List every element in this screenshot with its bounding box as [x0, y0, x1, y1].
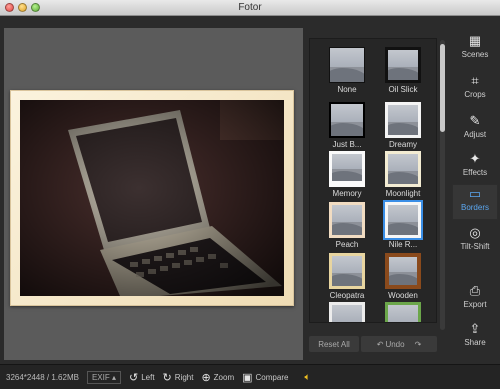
rail-label: Adjust	[463, 130, 487, 139]
rotate-left-icon: ↺	[128, 371, 139, 384]
thumb-image	[329, 151, 365, 187]
zoom-button[interactable]: ⊕ Zoom	[201, 371, 234, 384]
title-bar: Fotor	[0, 0, 500, 16]
thumb-image	[385, 253, 421, 289]
thumb-image	[329, 202, 365, 238]
border-thumb-nile-r[interactable]: Nile R...	[378, 200, 428, 249]
border-thumb-wooden[interactable]: Wooden	[378, 253, 428, 300]
undo-label: Undo	[385, 339, 405, 349]
photo-border-frame	[10, 90, 294, 306]
redo-icon: ↷	[414, 339, 422, 349]
border-thumb-just-b[interactable]: Just B...	[322, 102, 372, 149]
crop-icon: ⌗	[471, 73, 479, 88]
rotate-left-label: Left	[141, 372, 155, 382]
rail-label: Effects	[462, 168, 488, 177]
thumb-image	[385, 102, 421, 138]
image-info: 3264*2448 / 1.62MB	[6, 372, 79, 382]
undo-icon: ↶	[376, 339, 384, 349]
tool-rail: ▦ Scenes ⌗ Crops ✎ Adjust ✦ Effects ▭ Bo…	[452, 28, 498, 358]
rotate-left-button[interactable]: ↺ Left	[129, 371, 155, 384]
canvas-area	[4, 28, 303, 360]
thumb-label: Nile R...	[388, 240, 418, 249]
rail-item-crops[interactable]: ⌗ Crops	[452, 72, 498, 108]
border-thumb-cleopatra[interactable]: Cleopatra	[322, 253, 372, 300]
rail-item-adjust[interactable]: ✎ Adjust	[452, 112, 498, 148]
thumbnail-scrollbar[interactable]	[440, 40, 445, 330]
thumb-label: Cleopatra	[329, 291, 365, 300]
border-thumbnail-list[interactable]: None Oil Slick Just B... Dreamy Memory M…	[309, 38, 437, 323]
border-thumb-none[interactable]: None	[322, 47, 372, 94]
thumb-label: Just B...	[332, 140, 362, 149]
border-thumb-memory[interactable]: Memory	[322, 151, 372, 198]
thumb-label: Memory	[332, 189, 362, 198]
brush-icon: ✎	[469, 113, 481, 128]
thumb-label: Dreamy	[388, 140, 417, 149]
thumb-label: None	[337, 85, 357, 94]
zoom-label: Zoom	[213, 372, 235, 382]
volume-icon[interactable]: 🔈︎	[304, 372, 310, 383]
rotate-right-button[interactable]: ↻ Right	[163, 371, 194, 384]
rail-label: Export	[463, 300, 487, 309]
exif-label: EXIF	[91, 372, 110, 382]
border-thumb-partial[interactable]	[378, 302, 428, 322]
thumb-image	[329, 302, 365, 322]
rail-item-export[interactable]: ⎙ Export	[452, 282, 498, 318]
compare-button[interactable]: ▣ Compare	[242, 371, 288, 384]
thumb-label: Peach	[335, 240, 359, 249]
rail-item-effects[interactable]: ✦ Effects	[452, 150, 498, 186]
border-thumb-moonlight[interactable]: Moonlight	[378, 151, 428, 198]
compare-icon: ▣	[242, 371, 253, 384]
border-thumb-dreamy[interactable]: Dreamy	[378, 102, 428, 149]
undo-button[interactable]: ↶ Undo ↷	[361, 336, 437, 352]
rail-label: Borders	[460, 203, 489, 212]
thumb-image	[383, 200, 423, 240]
scenes-icon: ▦	[468, 33, 482, 48]
zoom-icon: ⊕	[201, 371, 211, 384]
rail-label: Scenes	[461, 50, 489, 59]
border-thumb-oil-slick[interactable]: Oil Slick	[378, 47, 428, 94]
target-icon: ◎	[469, 225, 481, 240]
thumb-label: Wooden	[388, 291, 418, 300]
thumb-label: Oil Slick	[388, 85, 418, 94]
export-icon: ⎙	[469, 283, 481, 298]
reset-all-button[interactable]: Reset All	[309, 336, 359, 352]
thumb-image	[329, 253, 365, 289]
laptop-photo	[20, 100, 284, 296]
exif-button[interactable]: EXIF ▴	[86, 370, 121, 384]
thumb-image	[385, 151, 421, 187]
thumb-image	[385, 47, 421, 83]
rotate-right-icon: ↻	[162, 371, 172, 384]
thumb-image	[385, 302, 421, 322]
rail-item-share[interactable]: ⇪ Share	[452, 320, 498, 356]
border-icon: ▭	[468, 186, 482, 201]
rail-item-tilt-shift[interactable]: ◎ Tilt-Shift	[452, 224, 498, 260]
thumb-label: Moonlight	[385, 189, 421, 198]
reset-all-label: Reset All	[318, 339, 350, 349]
scrollbar-thumb[interactable]	[440, 44, 445, 132]
thumb-image	[329, 102, 365, 138]
border-thumb-partial[interactable]	[322, 302, 372, 322]
rotate-right-label: Right	[174, 372, 194, 382]
border-thumb-peach[interactable]: Peach	[322, 202, 372, 249]
rail-label: Crops	[464, 90, 486, 99]
rail-item-borders[interactable]: ▭ Borders	[452, 184, 498, 220]
window-title: Fotor	[238, 2, 262, 13]
share-icon: ⇪	[469, 321, 481, 336]
rail-item-scenes[interactable]: ▦ Scenes	[452, 32, 498, 68]
thumb-image	[329, 47, 365, 83]
rail-label: Share	[464, 338, 486, 347]
rail-label: Tilt-Shift	[460, 242, 490, 251]
photo-preview[interactable]	[20, 100, 284, 296]
panel-footer: Reset All ↶ Undo ↷	[309, 336, 437, 352]
compare-label: Compare	[255, 372, 289, 382]
status-bar: 3264*2448 / 1.62MB EXIF ▴ ↺ Left ↻ Right…	[0, 364, 500, 389]
sparkle-icon: ✦	[469, 151, 481, 166]
